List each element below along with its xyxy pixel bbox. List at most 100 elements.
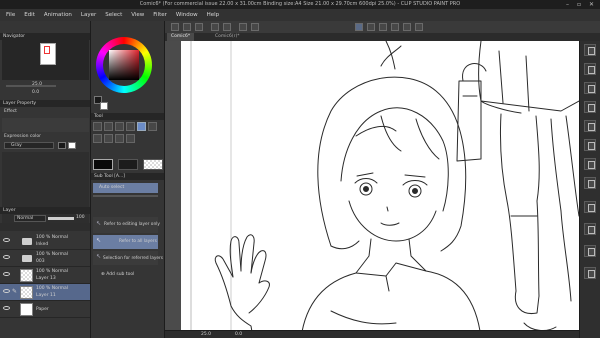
- eye-icon[interactable]: [3, 306, 10, 310]
- close-icon[interactable]: ✕: [589, 1, 594, 8]
- redo-icon[interactable]: [223, 23, 231, 31]
- new-icon[interactable]: [171, 23, 179, 31]
- save-icon[interactable]: [195, 23, 203, 31]
- eraser-tool-icon[interactable]: [93, 134, 102, 143]
- fill-tool-icon[interactable]: [104, 134, 113, 143]
- zoom-value: 25.0: [32, 82, 43, 87]
- eye-icon[interactable]: [3, 255, 10, 259]
- main-color-tile[interactable]: [93, 159, 113, 170]
- eye-icon[interactable]: [3, 238, 10, 242]
- cursor-icon: ↖: [96, 237, 102, 244]
- text-tool-icon[interactable]: [115, 134, 124, 143]
- menu-edit[interactable]: Edit: [24, 12, 35, 18]
- add-sub-tool-button[interactable]: ⊕ Add sub tool: [101, 272, 134, 277]
- history-panel-icon[interactable]: [584, 201, 596, 213]
- symmetry-icon[interactable]: [415, 23, 423, 31]
- blend-mode-select[interactable]: Normal: [14, 215, 46, 222]
- menu-help[interactable]: Help: [207, 12, 220, 18]
- minimize-icon[interactable]: –: [566, 1, 569, 8]
- open-icon[interactable]: [183, 23, 191, 31]
- figure-tool-icon[interactable]: [126, 134, 135, 143]
- canvas-area[interactable]: [165, 41, 579, 338]
- perspective-icon[interactable]: [403, 23, 411, 31]
- layer-blend-info: 100 % Normal: [36, 269, 69, 274]
- menu-file[interactable]: File: [6, 12, 15, 18]
- item-bank-icon[interactable]: [584, 267, 596, 279]
- sub-color-tile[interactable]: [118, 159, 138, 170]
- material-panel-icon[interactable]: [584, 44, 596, 56]
- pen-tool-icon[interactable]: [115, 122, 124, 131]
- title-bar: Comic6* (For commercial issue 22.00 x 31…: [0, 0, 600, 9]
- menu-bar: File Edit Animation Layer Select View Fi…: [0, 9, 600, 21]
- operation-tool-icon[interactable]: [137, 122, 146, 131]
- hand-tool-icon[interactable]: [93, 122, 102, 131]
- expression-black-swatch[interactable]: [58, 142, 66, 149]
- navigator-angle-row: 0.0: [2, 90, 89, 97]
- sub-tool-item-editing-layer[interactable]: ↖ Refer to editing layer only: [93, 217, 160, 233]
- expression-select[interactable]: Gray: [4, 142, 54, 149]
- status-bar: 25.0 0.0: [165, 330, 579, 338]
- zoom-slider[interactable]: [6, 85, 56, 87]
- expression-white-swatch[interactable]: [68, 142, 76, 149]
- layer-row-layer-13[interactable]: 100 % Normal Layer 13: [0, 267, 90, 284]
- tool-grid: [93, 122, 163, 146]
- line-art-drawing: [190, 41, 579, 338]
- canvas-page[interactable]: [181, 41, 579, 338]
- selection-tool-icon[interactable]: [148, 122, 157, 131]
- menu-window[interactable]: Window: [176, 12, 198, 18]
- material-panel-icon-7[interactable]: [584, 158, 596, 170]
- material-panel-icon-6[interactable]: [584, 139, 596, 151]
- animation-panel-icon[interactable]: [584, 245, 596, 257]
- material-panel-icon-4[interactable]: [584, 101, 596, 113]
- layer-row-003[interactable]: 100 % Normal 003: [0, 250, 90, 267]
- status-zoom: 25.0: [201, 332, 212, 337]
- layer-name: Layer 11: [36, 293, 56, 298]
- material-panel-icon-2[interactable]: [584, 63, 596, 75]
- folder-icon: [22, 238, 32, 245]
- navigator-viewport[interactable]: [44, 46, 50, 54]
- ruler-icon[interactable]: [379, 23, 387, 31]
- menu-view[interactable]: View: [131, 12, 144, 18]
- sub-tool-item-referred[interactable]: ↖ Selection for referred layers: [93, 251, 163, 265]
- angle-value: 0.0: [32, 90, 40, 95]
- fill-icon[interactable]: [251, 23, 259, 31]
- window-title: Comic6* (For commercial issue 22.00 x 31…: [139, 1, 461, 7]
- tab-comic6[interactable]: Comic6*: [167, 33, 195, 41]
- sub-tool-item-all-layers[interactable]: ↖ Refer to all layers: [93, 235, 158, 249]
- material-panel-icon-5[interactable]: [584, 120, 596, 132]
- grid-icon[interactable]: [391, 23, 399, 31]
- left-panel: Navigator 25.0 0.0 Layer Property Effect…: [0, 21, 91, 338]
- zoom-tool-icon[interactable]: [104, 122, 113, 131]
- navigator-preview[interactable]: [2, 40, 89, 80]
- layer-name: Paper: [36, 307, 49, 312]
- maximize-icon[interactable]: ▫: [577, 1, 581, 8]
- opacity-slider[interactable]: [48, 217, 74, 220]
- menu-layer[interactable]: Layer: [81, 12, 96, 18]
- snap-icon[interactable]: [367, 23, 375, 31]
- effect-buttons: [2, 118, 89, 132]
- menu-animation[interactable]: Animation: [44, 12, 72, 18]
- eye-icon[interactable]: [3, 272, 10, 276]
- color-saturation-square[interactable]: [109, 50, 139, 80]
- layer-thumbnail: [20, 286, 33, 299]
- material-panel-icon-3[interactable]: [584, 82, 596, 94]
- transform-icon[interactable]: [355, 23, 363, 31]
- layer-toolbar: [0, 223, 90, 231]
- brush-tool-icon[interactable]: [126, 122, 135, 131]
- menu-select[interactable]: Select: [105, 12, 122, 18]
- eye-icon[interactable]: [3, 289, 10, 293]
- layer-search-icon[interactable]: [584, 223, 596, 235]
- transparent-color-tile[interactable]: [143, 159, 163, 170]
- menu-filter[interactable]: Filter: [153, 12, 167, 18]
- material-panel-icon-8[interactable]: [584, 177, 596, 189]
- layer-row-inked[interactable]: 100 % Normal Inked: [0, 233, 90, 250]
- sub-tool-auto-select[interactable]: Auto select: [93, 183, 158, 193]
- tab-comic6-r[interactable]: Comic6(r)*: [211, 33, 243, 41]
- layer-blend-info: 100 % Normal: [36, 286, 69, 291]
- sub-color-swatch[interactable]: [100, 102, 108, 110]
- color-wheel[interactable]: [96, 37, 152, 93]
- clear-icon[interactable]: [239, 23, 247, 31]
- undo-icon[interactable]: [211, 23, 219, 31]
- layer-row-paper[interactable]: Paper: [0, 301, 90, 318]
- layer-row-layer-11[interactable]: ✎ 100 % Normal Layer 11: [0, 284, 90, 301]
